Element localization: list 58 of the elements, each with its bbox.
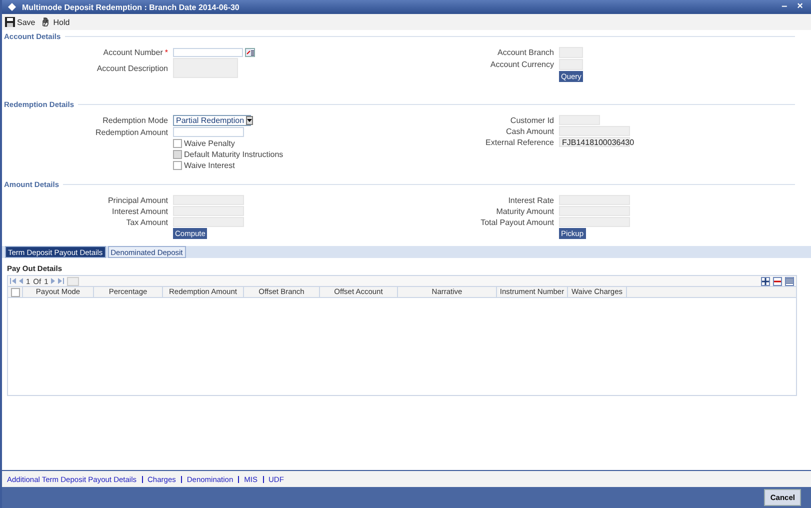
field-label: Account Branch [496,48,554,57]
input-field[interactable] [173,195,244,205]
previous-page-icon[interactable] [19,278,23,284]
diamond-icon [8,3,16,11]
input-field[interactable] [173,58,238,78]
list-icon [786,278,793,284]
field-label: Total Payout Amount [480,218,554,226]
input-field[interactable] [173,206,244,216]
select-all-checkbox[interactable] [10,288,20,297]
field-label: Principal Amount [106,196,168,204]
input-field[interactable] [559,217,630,227]
field-label: External Reference [484,138,554,146]
field-label: Customer Id [509,116,554,124]
input-field[interactable] [559,195,630,205]
page-field[interactable] [67,276,80,286]
hand-icon [41,17,52,27]
field-label: Tax Amount [125,218,168,226]
input-field[interactable] [559,206,630,216]
checkbox-option[interactable]: Waive Penalty [173,138,397,148]
checkbox-option[interactable]: Waive Interest [173,160,397,170]
input-field[interactable] [173,217,244,227]
input-field[interactable] [559,47,583,58]
input-field[interactable] [559,59,583,70]
hold-button[interactable]: Hold [41,17,70,27]
next-page-icon[interactable] [51,278,56,284]
minimize-button[interactable]: – [780,2,790,12]
checkbox-label: Default Maturity Instructions [184,150,284,158]
checkbox-label: Waive Penalty [184,138,235,148]
input-field[interactable] [559,126,630,136]
close-button[interactable]: × [795,2,805,12]
field-label: Maturity Amount [495,206,554,216]
checkbox-label: Waive Interest [184,160,235,170]
field-label: Redemption Mode [102,116,168,125]
delete-row-button[interactable] [773,276,782,286]
first-page-icon[interactable] [10,278,16,284]
field-label: Account Description [96,64,168,72]
checkbox[interactable] [173,160,182,170]
lookup-icon[interactable] [245,48,255,56]
field-label: Interest Rate [507,196,554,204]
add-row-button[interactable] [761,276,770,286]
input-field[interactable] [559,115,600,125]
caret-icon [246,116,254,125]
list-view-button[interactable] [785,276,794,286]
mode-dropdown[interactable]: Partial Redemption [173,115,251,126]
field-label: Interest Amount [110,206,168,216]
field-label: Redemption Amount [94,128,168,136]
field-label: Account Currency [489,60,554,69]
field-label: Account Number * [102,48,168,56]
input-field[interactable] [173,127,244,137]
save-button[interactable]: Save [5,17,36,27]
required-mark: * [164,48,168,56]
plus-icon [762,278,769,284]
checkbox[interactable] [173,138,182,148]
floppy-icon [5,17,15,27]
window-title: Multimode Deposit Redemption : Branch Date 2014-06-30 [22,2,240,12]
account-number-field[interactable] [173,48,243,56]
field-label: Cash Amount [504,126,554,136]
last-page-icon[interactable] [58,278,64,284]
